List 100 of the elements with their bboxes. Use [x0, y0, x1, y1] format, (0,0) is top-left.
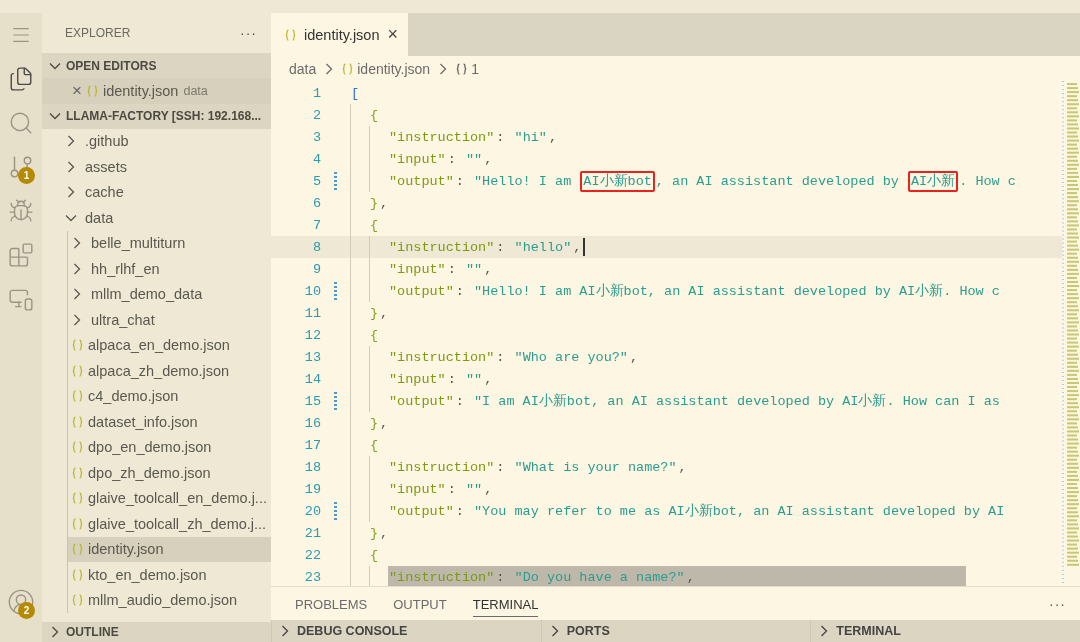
code-line: "instruction": "What is your name?",: [388, 458, 688, 477]
chevron-right-icon: [550, 625, 559, 637]
code-line: "input": "",: [388, 480, 494, 499]
code-line: },: [369, 194, 390, 213]
folder-item[interactable]: hh_rlhf_en: [68, 256, 271, 282]
json-file-icon: [72, 543, 83, 556]
editor-tab[interactable]: identity.json ×: [271, 13, 408, 56]
close-icon[interactable]: ×: [72, 80, 82, 101]
chevron-right-icon: [73, 313, 81, 326]
file-item[interactable]: mllm_audio_demo.json: [68, 587, 271, 613]
line-number: 22: [303, 547, 321, 563]
extensions-icon[interactable]: [8, 242, 34, 268]
line-number: 23: [303, 569, 321, 585]
chevron-right-icon: [67, 160, 75, 173]
section-header[interactable]: OUTLINE: [42, 622, 271, 642]
folder-item[interactable]: .github: [42, 128, 271, 154]
chevron-right-icon: [439, 62, 448, 75]
json-file-icon: [285, 28, 296, 41]
line-number: 14: [303, 371, 321, 387]
breadcrumb[interactable]: data: [289, 60, 317, 77]
line-number: 18: [303, 459, 321, 475]
folder-item[interactable]: mllm_demo_data: [68, 281, 271, 307]
file-item[interactable]: alpaca_en_demo.json: [68, 332, 271, 358]
json-file-icon: [72, 568, 83, 581]
panel-tab[interactable]: TERMINAL: [472, 590, 539, 617]
json-file-icon: [72, 441, 83, 454]
line-number: 21: [303, 525, 321, 541]
count-badge: 1: [18, 167, 35, 184]
code-line: {: [369, 106, 380, 125]
explorer-title: EXPLORER: [65, 26, 131, 40]
panel-tab[interactable]: OUTPUT: [393, 590, 447, 617]
panel-tab[interactable]: PROBLEMS: [295, 590, 368, 617]
braces-icon: [456, 62, 468, 75]
section-header[interactable]: PORTS: [540, 620, 811, 642]
code-line: {: [369, 436, 380, 455]
json-file-icon: [342, 62, 354, 75]
json-file-icon: [86, 84, 98, 97]
chevron-right-icon: [73, 262, 81, 275]
more-button[interactable]: ···: [240, 25, 257, 41]
section-header[interactable]: TERMINAL: [810, 620, 1080, 642]
open-editor-item[interactable]: × identity.json data: [42, 78, 271, 104]
file-item[interactable]: c4_demo.json: [68, 383, 271, 409]
line-number: 13: [303, 349, 321, 365]
chevron-down-icon: [49, 61, 61, 70]
line-number: 3: [311, 129, 321, 145]
code-line: {: [369, 326, 380, 345]
file-item[interactable]: alpaca_zh_demo.json: [68, 358, 271, 384]
file-item[interactable]: glaive_toolcall_en_demo.j...: [68, 485, 271, 511]
line-number: 17: [303, 437, 321, 453]
files-icon[interactable]: [8, 66, 34, 92]
line-number: 4: [311, 151, 321, 167]
breadcrumb[interactable]: 1: [471, 60, 479, 77]
line-number: 2: [311, 107, 321, 123]
bug-icon[interactable]: [8, 198, 34, 224]
json-file-icon: [72, 466, 83, 479]
close-icon[interactable]: ×: [387, 24, 398, 45]
chevron-right-icon: [73, 288, 81, 301]
json-file-icon: [72, 594, 83, 607]
file-item[interactable]: dpo_en_demo.json: [68, 434, 271, 460]
line-number: 6: [311, 195, 321, 211]
section-header[interactable]: OPEN EDITORS: [42, 53, 271, 78]
text-cursor: [583, 238, 586, 256]
folder-item[interactable]: ultra_chat: [68, 307, 271, 333]
code-line: "instruction": "hello",: [388, 238, 583, 257]
file-item[interactable]: dpo_zh_demo.json: [68, 460, 271, 486]
json-file-icon: [72, 492, 83, 505]
line-number: 5: [311, 173, 321, 189]
file-item[interactable]: identity.json: [68, 536, 271, 562]
more-button[interactable]: ···: [1049, 595, 1066, 612]
code-line: "instruction": "hi",: [388, 128, 559, 147]
file-item[interactable]: dataset_info.json: [68, 409, 271, 435]
line-number: 8: [311, 239, 321, 255]
line-number: 7: [311, 217, 321, 233]
json-file-icon: [72, 390, 83, 403]
chevron-down-icon: [49, 112, 61, 120]
line-number: 10: [303, 283, 321, 299]
code-line: "output": "Hello! I am AI小新bot , an AI assistant developed by AI小新 . How c: [388, 170, 1017, 192]
file-item[interactable]: glaive_toolcall_zh_demo.j...: [68, 511, 271, 537]
folder-item[interactable]: assets: [42, 154, 271, 180]
line-number: 20: [303, 503, 321, 519]
file-item[interactable]: kto_en_demo.json: [68, 562, 271, 588]
search-icon[interactable]: [8, 110, 34, 136]
code-line: "instruction": "Who are you?",: [388, 348, 640, 367]
line-number: 9: [311, 261, 321, 277]
section-header[interactable]: LLAMA-FACTORY [SSH: 192.168...: [42, 103, 271, 129]
chevron-right-icon: [73, 237, 81, 250]
code-line: },: [369, 304, 390, 323]
code-line: "output": "Hello! I am AI小新bot, an AI assistant developed by AI小新. How c: [388, 282, 1001, 301]
folder-item[interactable]: cache: [42, 179, 271, 205]
code-line: [: [350, 84, 361, 103]
folder-item[interactable]: belle_multiturn: [68, 230, 271, 256]
json-file-icon: [72, 339, 83, 352]
line-number: 1: [311, 85, 321, 101]
chevron-right-icon: [820, 625, 829, 637]
section-header[interactable]: DEBUG CONSOLE: [271, 620, 541, 642]
breadcrumb[interactable]: identity.json: [357, 60, 431, 77]
folder-item[interactable]: data: [42, 205, 271, 231]
account-icon[interactable]: [7, 588, 35, 616]
json-file-icon: [72, 517, 83, 530]
code-line: "output": "I am AI小新bot, an AI assistant developed by AI小新. How can I as: [388, 392, 1001, 411]
